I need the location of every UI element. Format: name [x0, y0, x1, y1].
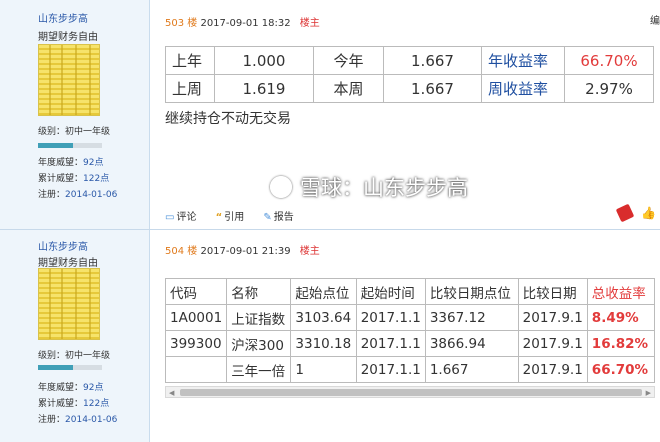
- table-cell: 3103.64: [290, 304, 357, 331]
- quote-button[interactable]: “引用: [216, 212, 253, 223]
- table-row: 399300 沪深300 3310.18 2017.1.1 3866.94 20…: [165, 330, 655, 357]
- watermark: 雪球：山东步步高: [270, 172, 468, 202]
- return-table: 上年 1.000 今年 1.667 年收益率 66.70% 上周 1.619 本…: [165, 46, 654, 103]
- avatar[interactable]: [38, 268, 100, 340]
- table-cell: 3310.18: [290, 330, 357, 357]
- table-cell: 2017.9.1: [517, 330, 588, 357]
- post-meta: 504 楼 2017-09-01 21:39 楼主: [165, 242, 320, 257]
- thumbs-up-icon[interactable]: 👍: [641, 206, 656, 220]
- table-cell: 399300: [165, 330, 228, 357]
- table-cell: 三年一倍: [226, 356, 292, 383]
- table-row: 上周 1.619 本周 1.667 周收益率 2.97%: [165, 74, 654, 103]
- post-text: 继续持仓不动无交易: [165, 111, 291, 127]
- table-cell: 3367.12: [424, 304, 519, 331]
- table-cell: 2017.1.1: [355, 356, 426, 383]
- table-cell: 1: [290, 356, 357, 383]
- scroll-left-icon[interactable]: ◀: [169, 389, 174, 397]
- table-cell: 2017.9.1: [517, 356, 588, 383]
- table-cell: 66.70%: [586, 356, 655, 383]
- level-progress-bar: [38, 143, 102, 148]
- avatar[interactable]: [38, 44, 100, 116]
- table-cell: [165, 356, 228, 383]
- column-header: 起始点位: [290, 278, 357, 305]
- column-header: 比较日期: [517, 278, 588, 305]
- total-prestige: 累计威望：122点: [38, 174, 110, 184]
- comment-button[interactable]: ▭ 评论: [165, 212, 204, 223]
- edit-link[interactable]: 编: [650, 12, 660, 27]
- table-cell: 上年: [165, 46, 215, 75]
- post-504: 山东步步高 期望财务自由 级别：初中一年级 年度威望：92点 累计威望：122点…: [0, 230, 660, 442]
- user-signature: 期望财务自由: [38, 258, 98, 269]
- table-cell: 1.667: [383, 46, 482, 75]
- scrollbar-thumb[interactable]: [180, 389, 642, 396]
- horizontal-scrollbar[interactable]: ◀ ▶: [165, 386, 655, 398]
- floor-number: 503 楼: [165, 18, 198, 29]
- comment-icon: ▭: [165, 212, 175, 223]
- owner-tag: 楼主: [299, 18, 320, 29]
- level-progress-bar: [38, 365, 102, 370]
- username-link[interactable]: 山东步步高: [38, 238, 88, 253]
- index-table-container: 代码 名称 起始点位 起始时间 比较日期点位 比较日期 总收益率 1A0001 …: [165, 278, 655, 398]
- post-time: 2017-09-01 18:32: [200, 18, 291, 29]
- annual-prestige: 年度威望：92点: [38, 383, 104, 393]
- column-header: 代码: [165, 278, 228, 305]
- table-cell: 66.70%: [564, 46, 654, 75]
- post-time: 2017-09-01 21:39: [200, 246, 291, 257]
- table-cell: 3866.94: [424, 330, 519, 357]
- post-content: 504 楼 2017-09-01 21:39 楼主 代码 名称 起始点位 起始时…: [150, 230, 660, 442]
- table-cell: 1.667: [424, 356, 519, 383]
- table-cell: 上周: [165, 74, 215, 103]
- index-table: 代码 名称 起始点位 起始时间 比较日期点位 比较日期 总收益率 1A0001 …: [165, 278, 655, 383]
- user-signature: 期望财务自由: [38, 32, 98, 43]
- report-icon: ✎: [263, 212, 272, 223]
- user-sidebar: 山东步步高 期望财务自由 级别：初中一年级 年度威望：92点 累计威望：122点…: [0, 0, 150, 229]
- owner-tag: 楼主: [299, 246, 320, 257]
- scroll-right-icon[interactable]: ▶: [646, 389, 651, 397]
- user-sidebar: 山东步步高 期望财务自由 级别：初中一年级 年度威望：92点 累计威望：122点…: [0, 230, 150, 442]
- table-cell: 2017.9.1: [517, 304, 588, 331]
- user-level: 级别：初中一年级: [38, 127, 111, 137]
- snowball-logo-icon: [270, 176, 292, 198]
- table-cell: 沪深300: [226, 330, 292, 357]
- annual-prestige: 年度威望：92点: [38, 158, 104, 168]
- table-row: 三年一倍 1 2017.1.1 1.667 2017.9.1 66.70%: [165, 356, 655, 383]
- table-cell: 2017.1.1: [355, 330, 426, 357]
- username-link[interactable]: 山东步步高: [38, 10, 88, 25]
- table-row: 1A0001 上证指数 3103.64 2017.1.1 3367.12 201…: [165, 304, 655, 331]
- quote-icon: “: [215, 212, 223, 223]
- table-cell: 2.97%: [564, 74, 654, 103]
- column-header: 比较日期点位: [424, 278, 519, 305]
- table-header-row: 代码 名称 起始点位 起始时间 比较日期点位 比较日期 总收益率: [165, 278, 655, 305]
- table-cell: 1A0001: [165, 304, 228, 331]
- table-cell: 上证指数: [226, 304, 292, 331]
- column-header: 起始时间: [355, 278, 426, 305]
- register-date: 注册：2014-01-06: [38, 190, 118, 200]
- table-cell: 周收益率: [481, 74, 565, 103]
- table-cell: 今年: [313, 46, 384, 75]
- table-cell: 本周: [313, 74, 384, 103]
- red-envelope-icon[interactable]: [615, 203, 635, 223]
- table-cell: 年收益率: [481, 46, 565, 75]
- table-cell: 1.667: [383, 74, 482, 103]
- total-prestige: 累计威望：122点: [38, 399, 110, 409]
- post-meta: 503 楼 2017-09-01 18:32 楼主: [165, 14, 320, 29]
- table-cell: 2017.1.1: [355, 304, 426, 331]
- user-level: 级别：初中一年级: [38, 351, 111, 361]
- column-header: 总收益率: [586, 278, 655, 305]
- table-row: 上年 1.000 今年 1.667 年收益率 66.70%: [165, 46, 654, 75]
- table-cell: 1.000: [214, 46, 314, 75]
- column-header: 名称: [226, 278, 292, 305]
- floor-number: 504 楼: [165, 246, 198, 257]
- post-actions: ▭ 评论 “引用 ✎ 报告: [165, 208, 310, 223]
- table-cell: 16.82%: [586, 330, 655, 357]
- register-date: 注册：2014-01-06: [38, 415, 118, 425]
- table-cell: 1.619: [214, 74, 314, 103]
- report-button[interactable]: ✎ 报告: [263, 212, 301, 223]
- table-cell: 8.49%: [586, 304, 655, 331]
